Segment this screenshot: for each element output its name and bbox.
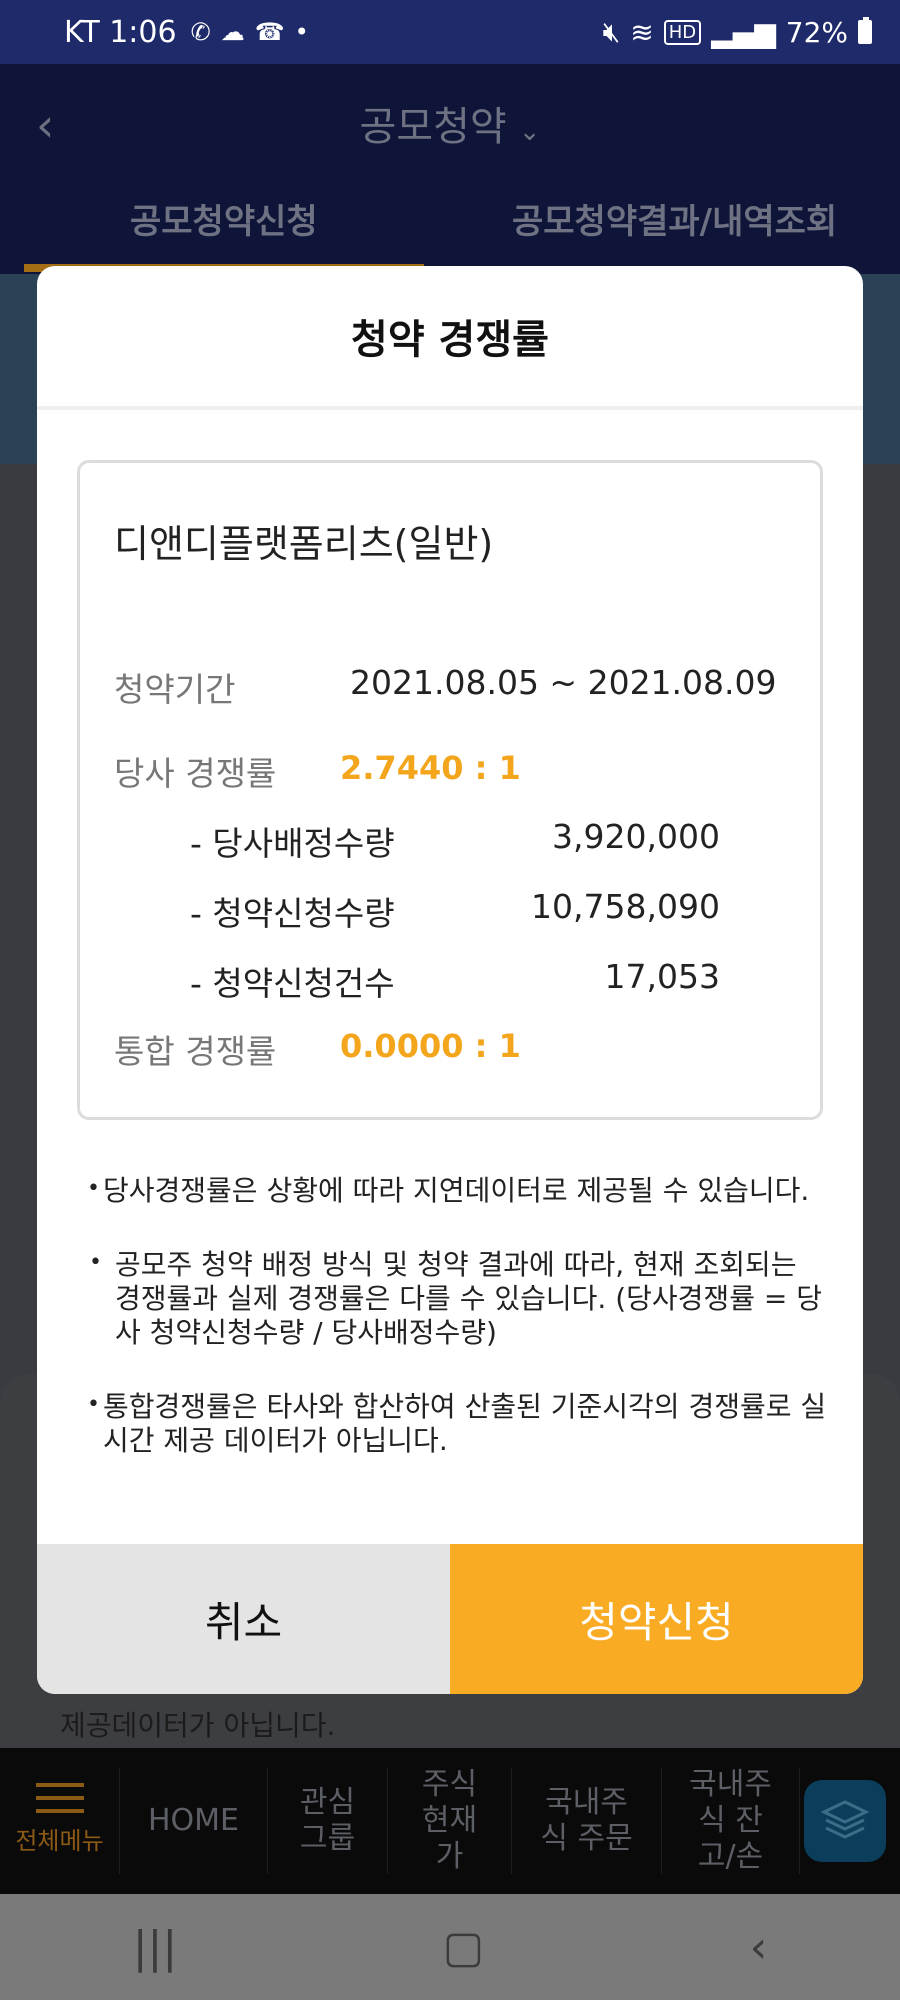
- carrier-time: KT 1:06: [64, 14, 177, 50]
- nav-all-menu[interactable]: 전체메뉴: [0, 1768, 120, 1874]
- apply-button[interactable]: 청약신청: [450, 1544, 863, 1694]
- cancel-button[interactable]: 취소: [37, 1544, 450, 1694]
- applied-count-value: 17,053: [604, 957, 720, 996]
- weather-icon: ☁: [220, 18, 245, 46]
- applied-count-label: - 청약신청건수: [190, 964, 395, 1003]
- system-nav-bar: ||| ▢ ‹: [0, 1894, 900, 2000]
- total-ratio-label: 통합 경쟁률: [114, 1032, 277, 1071]
- bottom-nav: 전체메뉴 HOME 관심 그룹 주식 현재가 국내주식 주문 국내주식 잔고/손: [0, 1748, 900, 1894]
- home-icon[interactable]: ▢: [443, 1922, 485, 1973]
- note-item: • 당사경쟁률은 상황에 따라 지연데이터로 제공될 수 있습니다.: [87, 1174, 810, 1207]
- bullet-icon: •: [87, 1392, 100, 1417]
- allocation-row: - 당사배정수량 3,920,000: [190, 817, 720, 865]
- tab-apply[interactable]: 공모청약신청: [130, 194, 318, 243]
- hd-icon: HD: [663, 19, 702, 45]
- period-value: 2021.08.05 ~ 2021.08.09: [350, 663, 777, 702]
- status-bar: KT 1:06 ✆ ☁ ☎ • 🔇︎ ≋ HD ▂▄▆ 72%: [0, 0, 900, 64]
- company-ratio-row: 당사 경쟁률: [114, 747, 276, 795]
- battery-percent: 72%: [785, 15, 848, 49]
- total-ratio-value: 0.0000 : 1: [340, 1027, 521, 1065]
- nav-home[interactable]: HOME: [120, 1768, 268, 1874]
- period-label: 청약기간: [114, 670, 236, 709]
- company-ratio-label: 당사 경쟁률: [114, 754, 277, 793]
- wifi-call-icon: ☎: [254, 18, 285, 46]
- dialog-buttons: 취소 청약신청: [37, 1544, 863, 1694]
- nav-domestic-order[interactable]: 국내주식 주문: [512, 1768, 662, 1874]
- back-icon[interactable]: ‹: [750, 1922, 768, 1973]
- layers-button[interactable]: [804, 1780, 886, 1862]
- bullet-icon: •: [87, 1176, 100, 1201]
- competition-ratio-dialog: 청약 경쟁률 디앤디플랫폼리츠(일반) 청약기간 2021.08.05 ~ 20…: [37, 266, 863, 1694]
- chevron-down-icon: ⌄: [518, 117, 541, 147]
- note-item: • 공모주 청약 배정 방식 및 청약 결과에 따라, 현재 조회되는 경쟁률과…: [89, 1248, 822, 1349]
- page-title[interactable]: 공모청약 ⌄: [0, 94, 900, 152]
- background-footer-text: 제공데이터가 아닙니다.: [60, 1709, 336, 1742]
- signal-icon: ▂▄▆: [711, 15, 776, 49]
- applied-qty-label: - 청약신청수량: [190, 894, 395, 933]
- applied-count-row: - 청약신청건수 17,053: [190, 957, 720, 1005]
- wifi-icon: ≋: [630, 15, 654, 49]
- period-row: 청약기간: [114, 663, 235, 711]
- nav-domestic-balance[interactable]: 국내주식 잔고/손: [662, 1768, 800, 1874]
- stock-name: 디앤디플랫폼리츠(일반): [114, 522, 494, 566]
- allocation-value: 3,920,000: [552, 817, 720, 856]
- mute-icon: 🔇︎: [602, 15, 621, 48]
- nav-watch-group[interactable]: 관심 그룹: [268, 1768, 388, 1874]
- applied-qty-value: 10,758,090: [531, 887, 720, 926]
- bullet-icon: •: [89, 1250, 102, 1275]
- layers-icon: [820, 1800, 870, 1839]
- notes: • 당사경쟁률은 상황에 따라 지연데이터로 제공될 수 있습니다. • 공모주…: [87, 1174, 827, 1498]
- dot-icon: •: [294, 18, 309, 46]
- ratio-info-box: 디앤디플랫폼리츠(일반) 청약기간 2021.08.05 ~ 2021.08.0…: [77, 460, 823, 1120]
- dialog-title: 청약 경쟁률: [37, 266, 863, 410]
- total-ratio-row: 통합 경쟁률: [114, 1025, 276, 1073]
- applied-qty-row: - 청약신청수량 10,758,090: [190, 887, 720, 935]
- nav-stock-price[interactable]: 주식 현재가: [388, 1767, 512, 1874]
- tab-result[interactable]: 공모청약결과/내역조회: [512, 194, 837, 243]
- volte-icon: ✆: [190, 18, 211, 46]
- note-item: • 통합경쟁률은 타사와 합산하여 산출된 기준시각의 경쟁률로 실시간 제공 …: [87, 1390, 827, 1457]
- battery-icon: [858, 17, 872, 44]
- hamburger-icon: [35, 1783, 84, 1813]
- company-ratio-value: 2.7440 : 1: [340, 749, 521, 787]
- recent-apps-icon[interactable]: |||: [133, 1922, 177, 1973]
- allocation-label: - 당사배정수량: [190, 824, 395, 863]
- app-header: ‹ 공모청약 ⌄ 공모청약신청 공모청약결과/내역조회: [0, 64, 900, 274]
